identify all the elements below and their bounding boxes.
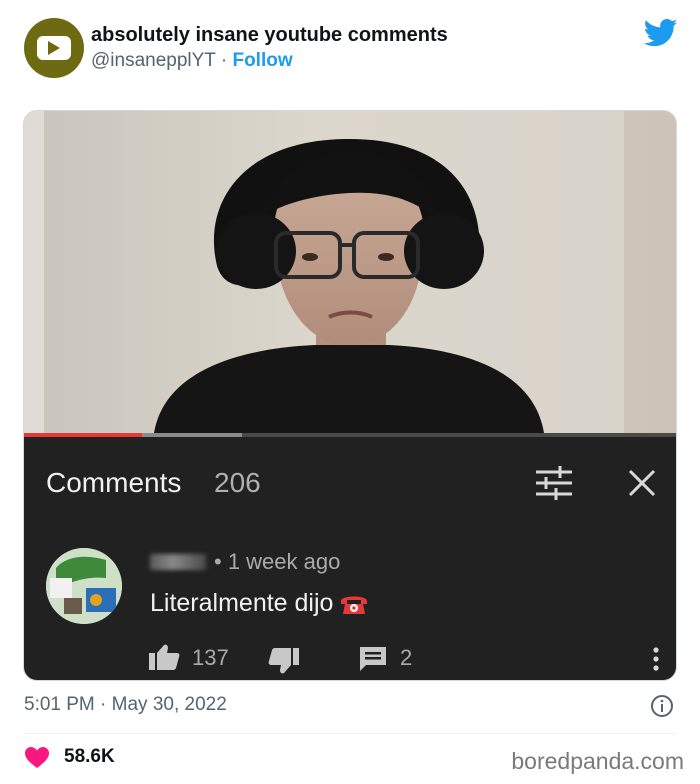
tweet-header: absolutely insane youtube comments @insa… (24, 18, 684, 82)
follow-button[interactable]: Follow (232, 50, 292, 71)
youtube-comments-panel: Comments 206 • 1 week ago Literalmente d… (24, 433, 676, 680)
tweet-like-count[interactable]: 58.6K (64, 746, 115, 768)
comment-reply-count: 2 (400, 645, 413, 670)
comment-actions: 137 2 (148, 643, 668, 675)
footer-divider (24, 733, 676, 734)
youtube-logo-icon (37, 36, 71, 60)
video-frame[interactable] (24, 111, 677, 433)
sort-filter-icon[interactable] (534, 465, 574, 501)
info-icon[interactable] (650, 694, 674, 718)
comment-body: Literalmente dijo (150, 589, 369, 618)
reply-comment-icon[interactable] (358, 645, 388, 673)
twitter-bird-icon[interactable] (644, 18, 678, 48)
blurred-username[interactable] (150, 554, 206, 570)
telephone-icon (341, 596, 368, 614)
thumbs-down-icon[interactable] (268, 647, 300, 675)
video-progress-bar[interactable] (24, 433, 676, 437)
heart-icon[interactable] (24, 746, 50, 770)
close-icon[interactable] (624, 465, 660, 501)
more-options-icon[interactable] (650, 645, 662, 673)
comment-like-count: 137 (192, 645, 229, 670)
comment-time-ago: • 1 week ago (214, 549, 341, 574)
comments-title: Comments (46, 467, 182, 498)
comment-text: Literalmente dijo (150, 589, 334, 617)
progress-fill (24, 433, 142, 437)
comments-count: 206 (214, 467, 261, 498)
account-name[interactable]: absolutely insane youtube comments (91, 24, 448, 47)
handle-separator: · (220, 50, 228, 71)
thumbs-up-icon[interactable] (148, 643, 180, 671)
tweet-media[interactable]: Comments 206 • 1 week ago Literalmente d… (23, 110, 677, 681)
commenter-avatar[interactable] (46, 548, 122, 624)
comment-meta: • 1 week ago (150, 549, 340, 575)
account-avatar[interactable] (24, 18, 84, 78)
source-watermark: boredpanda.com (511, 748, 684, 774)
tweet-timestamp[interactable]: 5:01 PM · May 30, 2022 (24, 694, 227, 716)
account-handle-line: @insanepplYT · Follow (91, 50, 293, 72)
account-handle[interactable]: @insanepplYT (91, 50, 216, 71)
